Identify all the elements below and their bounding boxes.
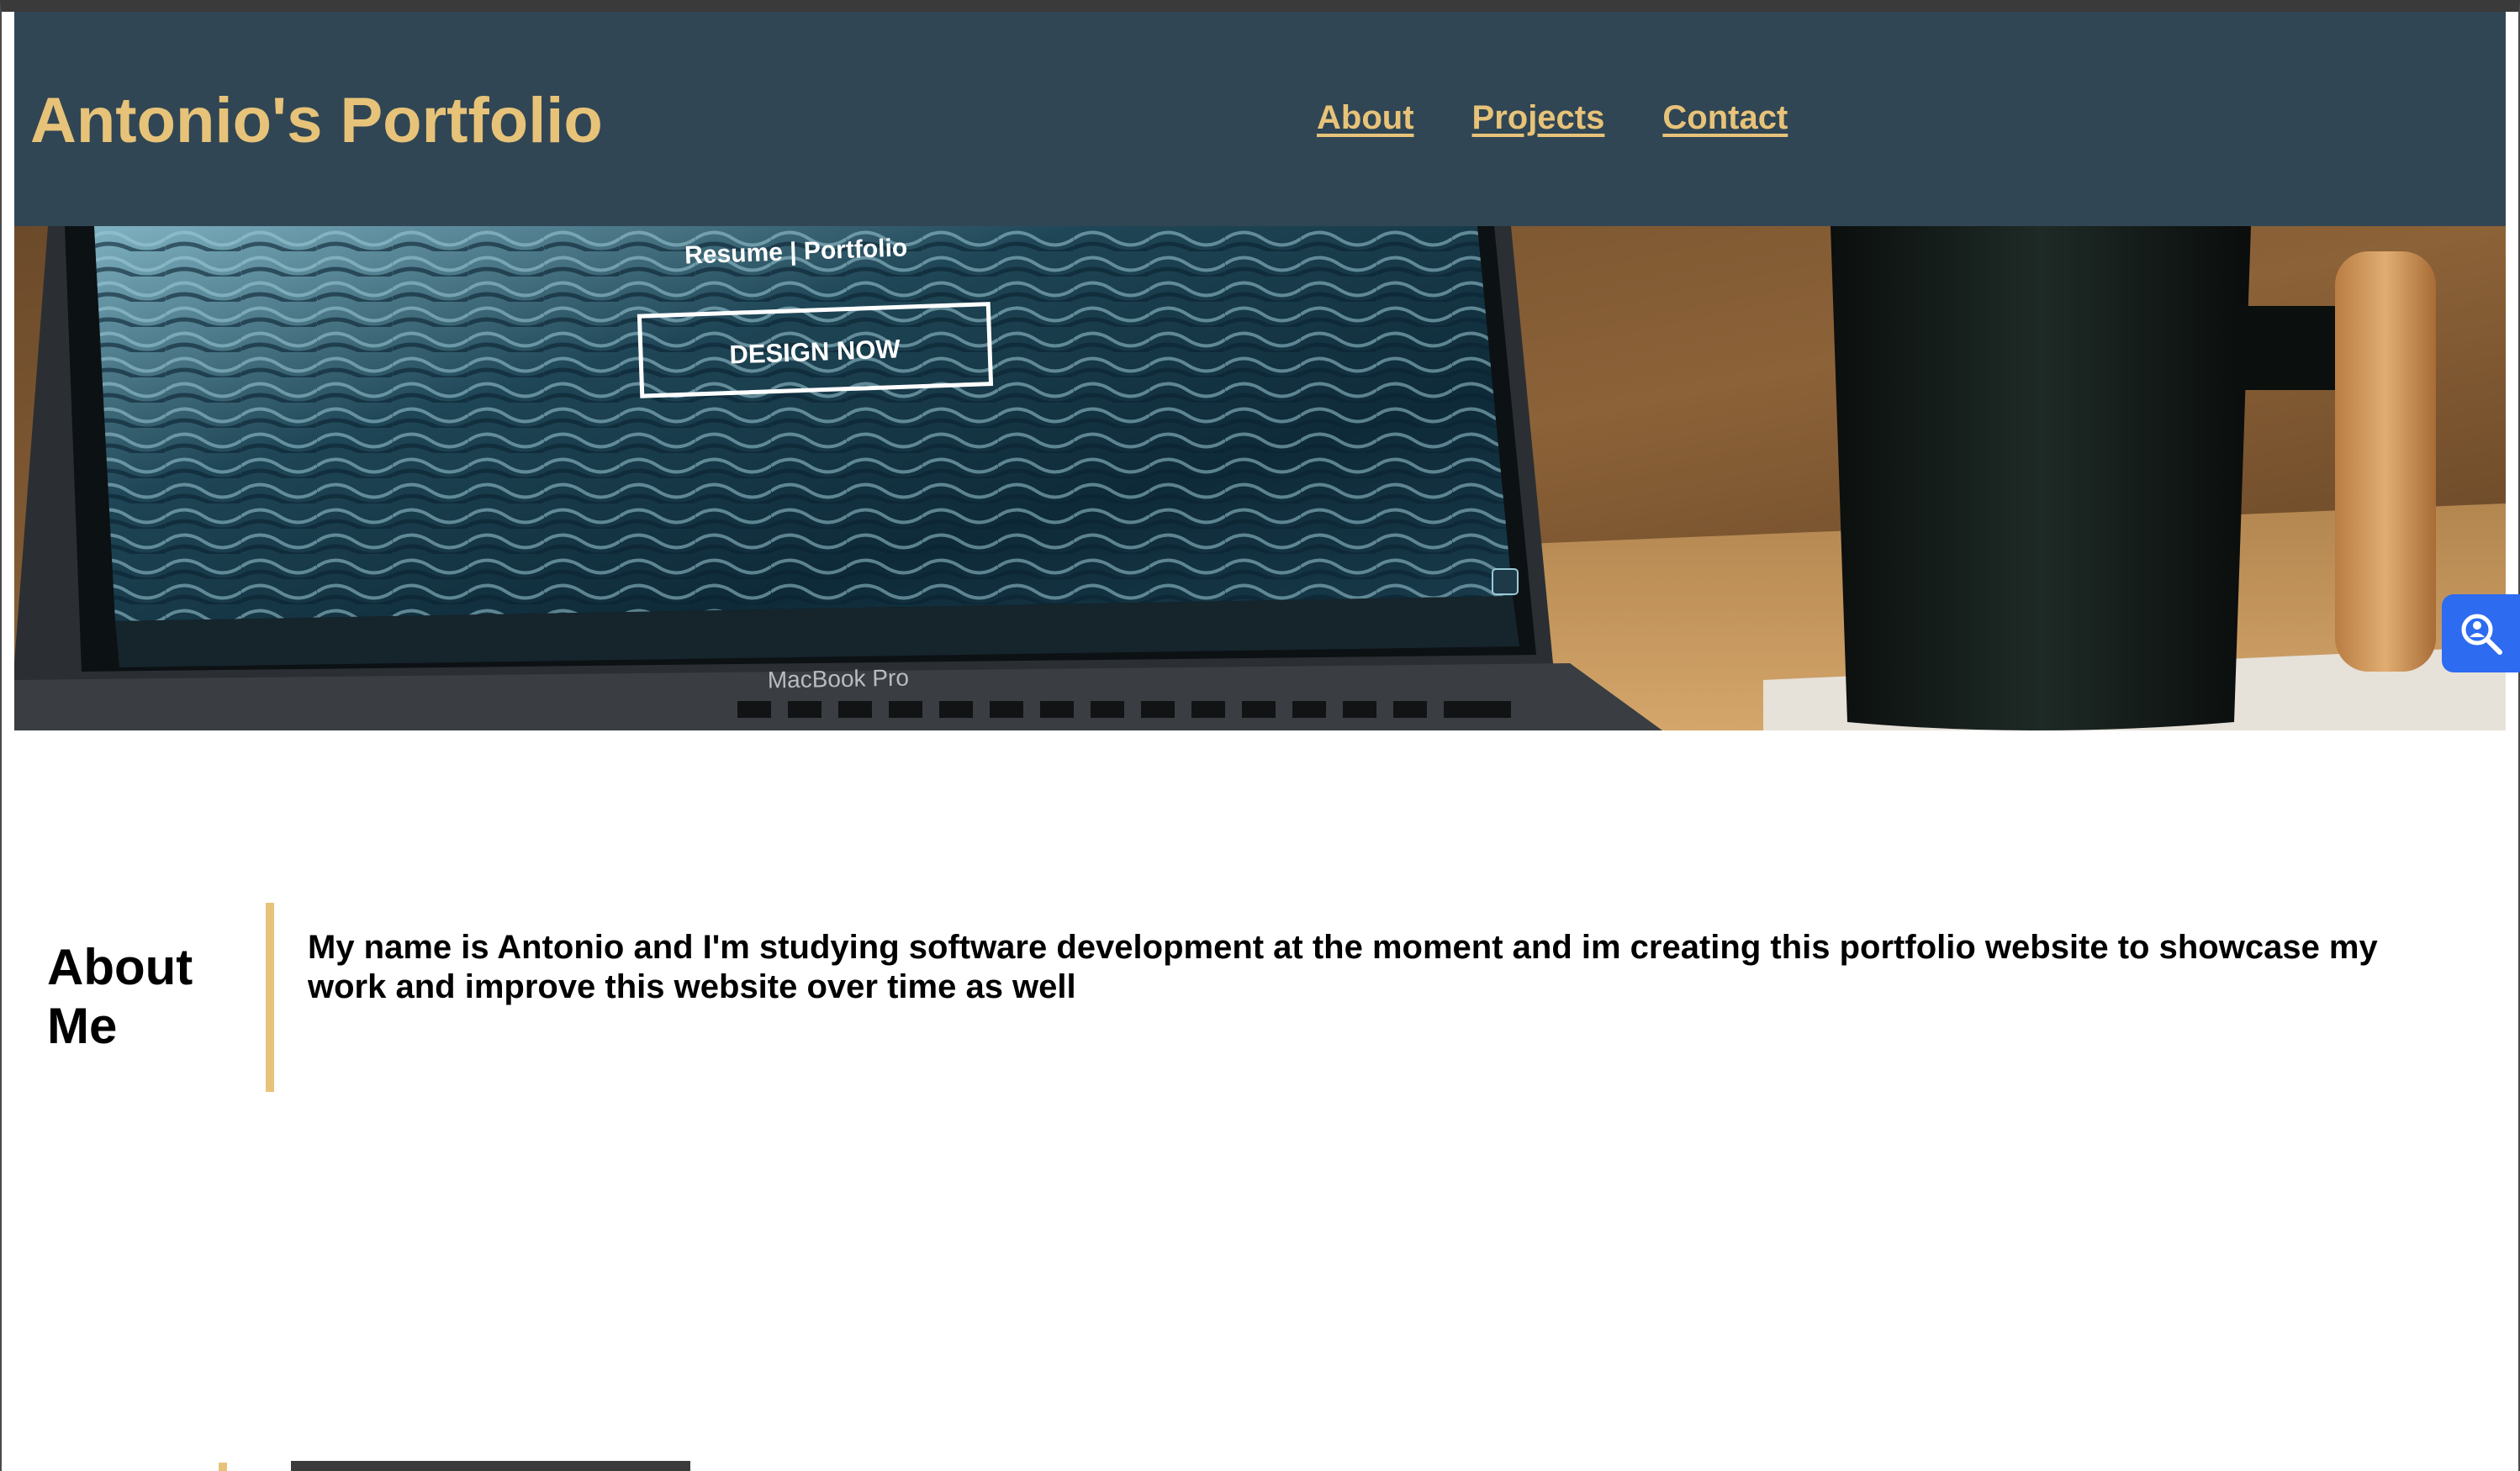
magnifier-person-icon (2461, 614, 2502, 655)
hero-image: Resume | Portfolio DESIGN NOW MacBook Pr… (14, 226, 2506, 730)
nav-link-projects[interactable]: Projects (1472, 99, 1605, 137)
hero-photo: Resume | Portfolio DESIGN NOW MacBook Pr… (14, 226, 2506, 730)
about-text: My name is Antonio and I'm studying soft… (308, 929, 2378, 1005)
accessibility-button[interactable] (2442, 594, 2520, 672)
nav-link-contact[interactable]: Contact (1662, 99, 1788, 137)
project-thumbnail[interactable] (291, 1461, 690, 1471)
projects-divider (219, 1463, 227, 1471)
about-heading: About Me (47, 939, 193, 1054)
main-nav: About Projects Contact (1317, 99, 1788, 137)
laptop-label: MacBook Pro (768, 665, 910, 693)
screen-link-icon (1492, 568, 1519, 595)
nav-link-about[interactable]: About (1317, 99, 1414, 137)
site-header: Antonio's Portfolio About Projects Conta… (14, 12, 2506, 226)
site-title[interactable]: Antonio's Portfolio (30, 84, 603, 157)
svg-text:DESIGN NOW: DESIGN NOW (729, 334, 901, 369)
about-divider (266, 903, 274, 1092)
